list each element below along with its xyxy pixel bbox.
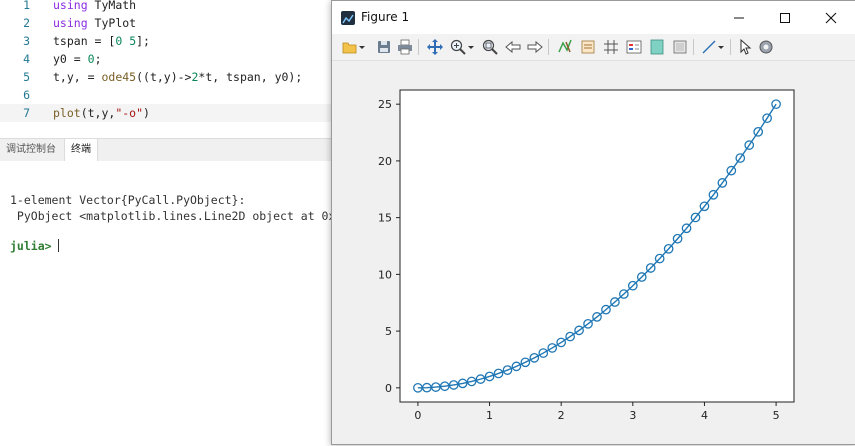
line-number: 5 — [23, 70, 30, 84]
line-number: 4 — [23, 52, 30, 66]
figure-window[interactable]: Figure 1 0 1 2 3 4 5 0 5 10 15 20 25 — [331, 0, 855, 445]
code-text: plot(t,y,"-o") — [53, 106, 150, 120]
minimize-button[interactable] — [716, 1, 762, 34]
dropdown-arrow-icon[interactable] — [467, 38, 475, 56]
grid-icon[interactable] — [602, 38, 620, 56]
colorbar-icon[interactable] — [648, 38, 666, 56]
y-tick-label: 5 — [385, 325, 392, 338]
dropdown-arrow-icon[interactable] — [358, 38, 366, 56]
line-tool-icon[interactable] — [700, 38, 718, 56]
window-title-bar[interactable]: Figure 1 — [332, 1, 855, 34]
settings-gear-icon[interactable] — [757, 38, 775, 56]
code-text: using TyMath — [53, 0, 137, 12]
open-file-icon[interactable] — [341, 38, 359, 56]
terminal-output-line: 1-element Vector{PyCall.PyObject}: — [10, 193, 246, 207]
legend-icon[interactable] — [625, 38, 643, 56]
tab-debug-console[interactable]: 调试控制台 — [0, 139, 62, 161]
toolbar-separator — [418, 39, 419, 55]
background-icon[interactable] — [671, 38, 689, 56]
terminal-output-line: PyObject <matplotlib.lines.Line2D object… — [10, 209, 364, 223]
code-text: tspan = [0 5]; — [53, 34, 150, 48]
line-number: 7 — [23, 106, 30, 120]
text-cursor — [57, 239, 59, 252]
save-icon[interactable] — [375, 38, 393, 56]
line-number: 1 — [23, 0, 30, 12]
zoom-in-icon[interactable] — [449, 38, 467, 56]
code-text: t,y, = ode45((t,y)->2*t, tspan, y0); — [53, 70, 303, 84]
julia-prompt: julia> — [10, 239, 52, 253]
line-number: 6 — [23, 88, 30, 102]
toolbar-separator — [548, 39, 549, 55]
terminal-prompt-line[interactable]: julia> — [10, 239, 59, 253]
y-tick-label: 25 — [378, 98, 392, 111]
x-tick-label: 1 — [486, 409, 493, 422]
line-number: 2 — [23, 16, 30, 30]
x-tick-label: 4 — [701, 409, 708, 422]
axes-frame[interactable] — [399, 89, 795, 403]
y-tick-label: 10 — [378, 268, 392, 281]
dropdown-arrow-icon[interactable] — [717, 38, 725, 56]
y-tick-label: 0 — [385, 382, 392, 395]
figure-canvas[interactable]: 0 1 2 3 4 5 0 5 10 15 20 25 — [332, 61, 855, 444]
x-tick-label: 3 — [629, 409, 636, 422]
maximize-button[interactable] — [762, 1, 808, 34]
figure-toolbar — [332, 34, 855, 61]
window-title: Figure 1 — [361, 10, 410, 24]
tab-terminal[interactable]: 终端 — [64, 139, 98, 162]
edit-lines-icon[interactable] — [579, 38, 597, 56]
zoom-fit-icon[interactable] — [481, 38, 499, 56]
line-plot[interactable]: 0 1 2 3 4 5 0 5 10 15 20 25 — [332, 61, 855, 444]
pan-arrows-icon[interactable] — [426, 38, 444, 56]
code-text: y0 = 0; — [53, 52, 102, 66]
edit-data-icon[interactable] — [556, 38, 574, 56]
print-icon[interactable] — [396, 38, 414, 56]
y-tick-label: 15 — [378, 212, 392, 225]
toolbar-separator — [730, 39, 731, 55]
x-tick-label: 2 — [558, 409, 565, 422]
x-tick-label: 0 — [414, 409, 421, 422]
y-tick-label: 20 — [378, 155, 392, 168]
close-button[interactable] — [808, 1, 854, 34]
x-tick-label: 5 — [773, 409, 780, 422]
code-text: using TyPlot — [53, 16, 137, 30]
select-cursor-icon[interactable] — [736, 38, 754, 56]
forward-arrow-icon[interactable] — [526, 38, 544, 56]
line-number: 3 — [23, 34, 30, 48]
matplotlib-figure-icon — [341, 11, 355, 25]
back-arrow-icon[interactable] — [504, 38, 522, 56]
toolbar-separator — [693, 39, 694, 55]
